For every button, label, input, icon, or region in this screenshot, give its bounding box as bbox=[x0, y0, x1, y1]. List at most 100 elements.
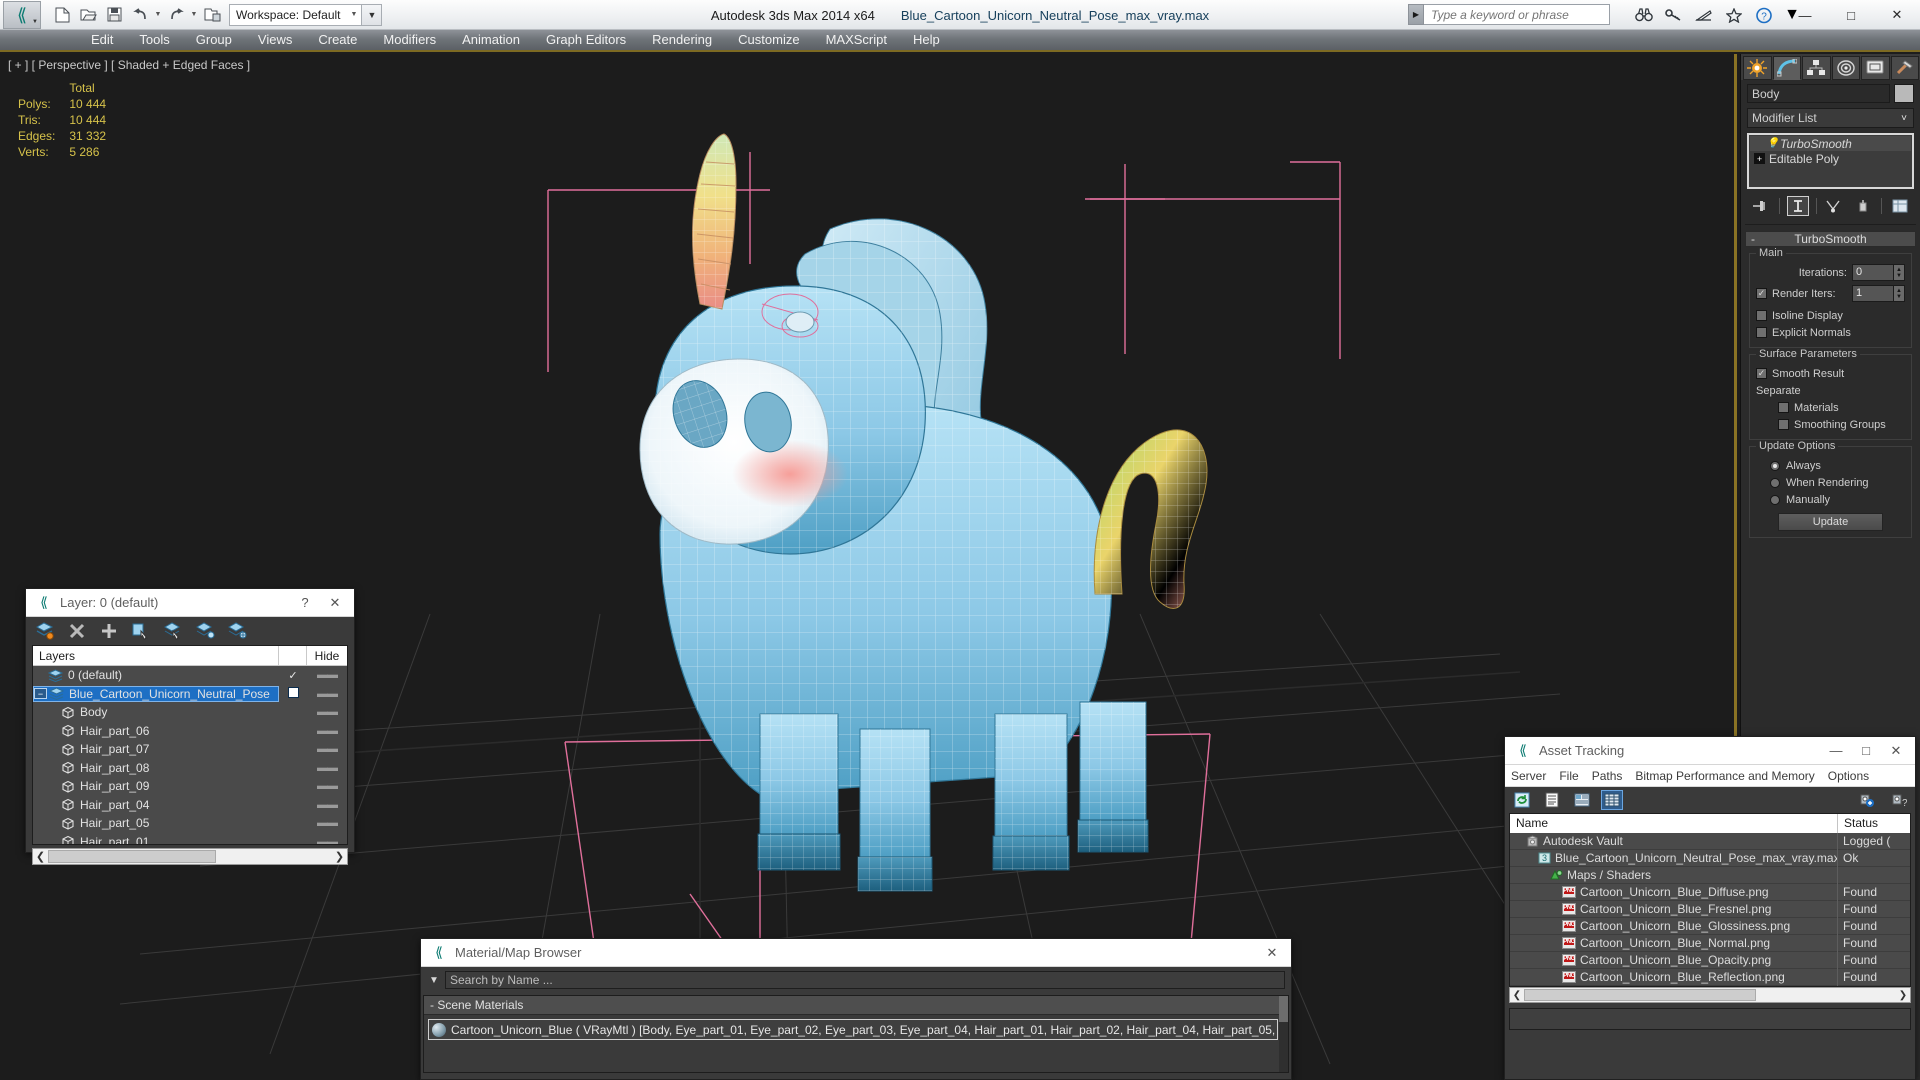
save-file-icon[interactable] bbox=[101, 3, 127, 27]
radio-when-rendering[interactable] bbox=[1770, 477, 1780, 488]
asset-row[interactable]: PNG Cartoon_Unicorn_Blue_Opacity.png Found bbox=[1510, 951, 1910, 969]
menu-item-options[interactable]: Options bbox=[1828, 769, 1869, 783]
asset-row[interactable]: PNG Cartoon_Unicorn_Blue_Fresnel.png Found bbox=[1510, 900, 1910, 918]
menu-item-group[interactable]: Group bbox=[183, 29, 245, 51]
layer-row-name[interactable]: Hair_part_01 bbox=[33, 835, 279, 844]
layer-list[interactable]: Layers Hide 0 (default) ✓ ▬▬ − Blue_Cartoon_… bbox=[32, 645, 348, 845]
asset-row-name[interactable]: PNG Cartoon_Unicorn_Blue_Reflection.png bbox=[1510, 968, 1838, 986]
app-menu-button[interactable]: ⟪ ▼ bbox=[3, 0, 41, 29]
binoculars-icon[interactable] bbox=[1634, 5, 1654, 25]
menu-item-server[interactable]: Server bbox=[1511, 769, 1546, 783]
asset-row-name[interactable]: PNG Cartoon_Unicorn_Blue_Glossiness.png bbox=[1510, 917, 1838, 935]
menu-item-edit[interactable]: Edit bbox=[78, 29, 126, 51]
menu-item-file[interactable]: File bbox=[1559, 769, 1578, 783]
scroll-right-icon[interactable]: ❯ bbox=[332, 850, 347, 863]
make-unique-icon[interactable] bbox=[1823, 196, 1845, 216]
scene-materials-group[interactable]: - Scene Materials bbox=[424, 996, 1288, 1015]
explicit-normals-checkbox[interactable] bbox=[1756, 327, 1767, 338]
layer-row-name[interactable]: − Blue_Cartoon_Unicorn_Neutral_Pose bbox=[33, 685, 279, 702]
modifier-list-dropdown[interactable]: Modifier List ˅ bbox=[1747, 108, 1914, 128]
layer-row-name[interactable]: Hair_part_07 bbox=[33, 742, 279, 756]
menu-item-customize[interactable]: Customize bbox=[725, 29, 812, 51]
expand-icon[interactable]: + bbox=[1754, 153, 1765, 164]
asset-row-name[interactable]: Maps / Shaders bbox=[1510, 866, 1838, 884]
perspective-viewport[interactable]: [ + ] [ Perspective ] [ Shaded + Edged F… bbox=[0, 54, 1737, 1080]
smoothing-groups-row[interactable]: Smoothing Groups bbox=[1756, 416, 1905, 433]
layer-hide-cell[interactable]: ▬▬ bbox=[307, 780, 347, 792]
close-button[interactable]: ✕ bbox=[1881, 743, 1911, 759]
delete-layer-icon[interactable] bbox=[64, 620, 90, 642]
lightbulb-icon[interactable]: 💡 bbox=[1766, 138, 1780, 149]
layer-properties-icon[interactable] bbox=[224, 620, 250, 642]
layer-row[interactable]: Hair_part_09 ▬▬ bbox=[33, 777, 347, 796]
layer-hide-cell[interactable]: ▬▬ bbox=[307, 669, 347, 681]
collapse-icon[interactable]: − bbox=[34, 688, 47, 700]
layer-row-name[interactable]: Hair_part_09 bbox=[33, 779, 279, 793]
rollout-header-turbosmooth[interactable]: - TurboSmooth bbox=[1745, 231, 1916, 247]
asset-tracking-window[interactable]: ⟪ Asset Tracking — □ ✕ Server File Paths… bbox=[1504, 736, 1916, 1080]
asset-row[interactable]: Autodesk Vault Logged ( bbox=[1510, 832, 1910, 850]
object-name-field[interactable]: Body bbox=[1747, 84, 1890, 103]
layer-row-name[interactable]: Hair_part_05 bbox=[33, 816, 279, 830]
menu-item-rendering[interactable]: Rendering bbox=[639, 29, 725, 51]
asset-row-name[interactable]: PNG Cartoon_Unicorn_Blue_Normal.png bbox=[1510, 934, 1838, 952]
create-new-layer-icon[interactable] bbox=[32, 620, 58, 642]
asset-grid-rows[interactable]: Autodesk Vault Logged (3 Blue_Cartoon_Unic… bbox=[1510, 832, 1910, 986]
redo-icon[interactable] bbox=[163, 3, 189, 27]
scroll-thumb[interactable] bbox=[1279, 996, 1288, 1022]
asset-row[interactable]: PNG Cartoon_Unicorn_Blue_Reflection.png Fo… bbox=[1510, 968, 1910, 986]
star-icon[interactable] bbox=[1724, 5, 1744, 25]
render-iters-value[interactable]: 1 bbox=[1852, 285, 1894, 302]
smooth-result-row[interactable]: ✓ Smooth Result bbox=[1756, 365, 1905, 382]
menu-item-tools[interactable]: Tools bbox=[126, 29, 182, 51]
asset-row-name[interactable]: PNG Cartoon_Unicorn_Blue_Diffuse.png bbox=[1510, 883, 1838, 901]
object-color-swatch[interactable] bbox=[1894, 84, 1914, 103]
utilities-tab-icon[interactable] bbox=[1890, 56, 1919, 80]
spinner-arrows-icon[interactable]: ▲ ▼ bbox=[1894, 285, 1905, 302]
layer-hide-cell[interactable]: ▬▬ bbox=[307, 836, 347, 844]
spinner-arrows-icon[interactable]: ▲ ▼ bbox=[1894, 264, 1905, 281]
asset-row-name[interactable]: PNG Cartoon_Unicorn_Blue_Fresnel.png bbox=[1510, 900, 1838, 918]
isoline-display-checkbox[interactable] bbox=[1756, 310, 1767, 321]
filter-dropdown-icon[interactable]: ▼ bbox=[423, 975, 445, 986]
maximize-button[interactable]: □ bbox=[1851, 743, 1881, 758]
radio-when-rendering-row[interactable]: When Rendering bbox=[1756, 474, 1905, 491]
layer-row[interactable]: Hair_part_04 ▬▬ bbox=[33, 796, 347, 815]
menu-item-paths[interactable]: Paths bbox=[1592, 769, 1623, 783]
material-search-input[interactable]: Search by Name ... bbox=[445, 971, 1285, 989]
close-button[interactable]: ✕ bbox=[1257, 945, 1287, 961]
new-file-icon[interactable] bbox=[49, 3, 75, 27]
menu-item-animation[interactable]: Animation bbox=[449, 29, 533, 51]
update-button[interactable]: Update bbox=[1778, 513, 1883, 531]
layer-row-name[interactable]: 0 (default) bbox=[33, 668, 279, 682]
iterations-spinner[interactable]: 0 ▲ ▼ bbox=[1852, 264, 1905, 281]
asset-tracking-grid[interactable]: Name Status Autodesk Vault Logged (3 Blue_… bbox=[1509, 813, 1911, 987]
layer-hide-cell[interactable]: ▬▬ bbox=[307, 688, 347, 700]
layer-row[interactable]: Hair_part_08 ▬▬ bbox=[33, 759, 347, 778]
layer-hide-cell[interactable]: ▬▬ bbox=[307, 706, 347, 718]
layer-row-name[interactable]: Hair_part_04 bbox=[33, 798, 279, 812]
asset-row[interactable]: PNG Cartoon_Unicorn_Blue_Diffuse.png Found bbox=[1510, 883, 1910, 901]
asset-row[interactable]: PNG Cartoon_Unicorn_Blue_Glossiness.png Fo… bbox=[1510, 917, 1910, 935]
infocenter-search[interactable]: ▶ bbox=[1408, 4, 1610, 25]
layer-rows[interactable]: 0 (default) ✓ ▬▬ − Blue_Cartoon_Unicorn_Neut… bbox=[33, 666, 347, 844]
layer-row[interactable]: − Blue_Cartoon_Unicorn_Neutral_Pose ▬▬ bbox=[33, 685, 347, 704]
configure-sets-icon[interactable] bbox=[1889, 196, 1911, 216]
undo-dropdown-icon[interactable]: ▼ bbox=[153, 11, 163, 18]
menu-item-views[interactable]: Views bbox=[245, 29, 305, 51]
layer-dialog[interactable]: ⟪ Layer: 0 (default) ? ✕ Layers Hide 0 (… bbox=[25, 588, 355, 865]
pin-stack-icon[interactable] bbox=[1750, 196, 1772, 216]
modifier-stack[interactable]: 💡 TurboSmooth + Editable Poly bbox=[1747, 133, 1914, 189]
layer-hide-cell[interactable]: ▬▬ bbox=[307, 725, 347, 737]
maximize-button[interactable]: □ bbox=[1828, 0, 1874, 30]
vault-help-icon[interactable]: ? bbox=[1887, 790, 1909, 810]
modifier-stack-item-turbosmooth[interactable]: 💡 TurboSmooth bbox=[1750, 136, 1911, 151]
select-highlighted-icon[interactable] bbox=[160, 620, 186, 642]
modify-tab-icon[interactable] bbox=[1772, 56, 1801, 80]
detail-view-icon[interactable] bbox=[1571, 790, 1593, 810]
display-tab-icon[interactable] bbox=[1861, 56, 1890, 80]
asset-row-name[interactable]: PNG Cartoon_Unicorn_Blue_Opacity.png bbox=[1510, 951, 1838, 969]
material-vertical-scrollbar[interactable] bbox=[1279, 996, 1288, 1072]
materials-checkbox[interactable] bbox=[1778, 402, 1789, 413]
grid-view-icon[interactable] bbox=[1601, 790, 1623, 810]
